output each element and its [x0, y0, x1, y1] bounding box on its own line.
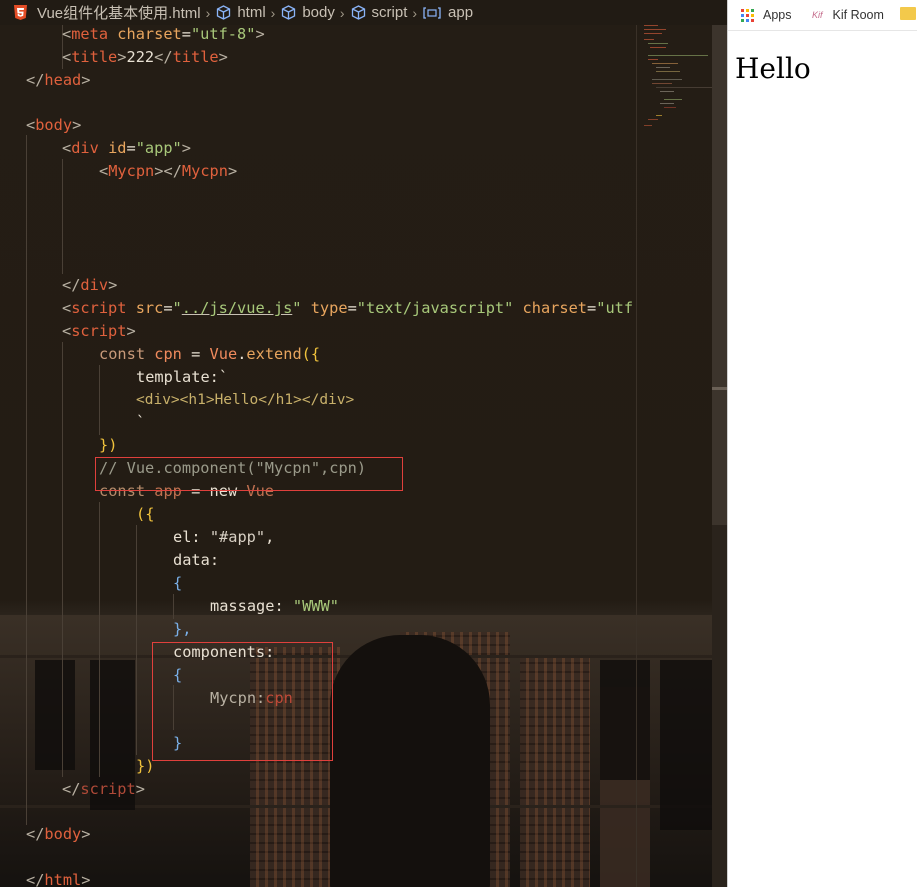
code-line: <title>222</title> [62, 48, 228, 66]
code-line: <script src="../js/vue.js" type="text/ja… [62, 299, 634, 317]
breadcrumb-app-label: app [448, 4, 474, 21]
highlight-box-components [152, 642, 333, 761]
scrollbar-position-marker [712, 387, 727, 390]
bookmarks-bar: Apps Kif Kif Room [728, 0, 917, 31]
editor-ruler [636, 25, 637, 887]
code-line: </head> [26, 71, 91, 89]
code-line: </div> [62, 276, 118, 294]
breadcrumb-file-label: Vue组件化基本使用.html [37, 5, 201, 22]
chevron-right-icon: › [270, 4, 276, 21]
breadcrumb-html[interactable]: html [216, 4, 266, 21]
code-line: }) [99, 436, 118, 454]
code-line: }, [173, 620, 192, 638]
bookmark-kif-room[interactable]: Kif Kif Room [812, 0, 884, 30]
breadcrumb-app[interactable]: app [423, 4, 473, 21]
minimap[interactable] [640, 25, 716, 887]
code-line: ({ [136, 505, 155, 523]
breadcrumb-file[interactable]: Vue组件化基本使用.html [14, 2, 201, 23]
code-line: </script> [62, 780, 145, 798]
code-line: <Mycpn></Mycpn> [99, 162, 238, 180]
code-line: <meta charset="utf-8"> [62, 25, 265, 43]
vertical-scrollbar[interactable] [712, 25, 727, 887]
code-line: data: [173, 551, 220, 569]
bookmark-kif-room-label: Kif Room [832, 8, 884, 22]
code-line: <script> [62, 322, 136, 340]
chevron-right-icon: › [205, 4, 211, 21]
breadcrumb-script-label: script [371, 4, 408, 21]
code-editor[interactable]: Vue组件化基本使用.html › html › body › script ›… [0, 0, 727, 887]
bookmark-folder-icon[interactable] [900, 7, 916, 20]
chevron-right-icon: › [412, 4, 418, 21]
bookmark-apps[interactable]: Apps [741, 0, 792, 30]
browser-preview: Apps Kif Kif Room Hello [727, 0, 917, 887]
breadcrumb-body-label: body [302, 4, 335, 21]
html5-file-icon [14, 5, 27, 20]
breadcrumb-body[interactable]: body [281, 4, 335, 21]
code-line: <div><h1>Hello</h1></div> [136, 392, 355, 408]
code-line: <body> [26, 116, 82, 134]
kif-icon: Kif [812, 10, 823, 20]
code-line: template:` [136, 368, 229, 386]
element-cube-icon [351, 5, 365, 20]
page-heading: Hello [735, 52, 811, 85]
chevron-right-icon: › [339, 4, 345, 21]
code-line: const cpn = Vue.extend({ [99, 345, 321, 363]
breadcrumb-html-label: html [237, 4, 266, 21]
breadcrumb: Vue组件化基本使用.html › html › body › script ›… [0, 0, 727, 25]
bookmark-apps-label: Apps [763, 8, 792, 22]
code-line: <div id="app"> [62, 139, 191, 157]
apps-grid-icon [741, 8, 754, 22]
code-line: ` [136, 413, 146, 431]
breadcrumb-script[interactable]: script [351, 4, 408, 21]
variable-icon [423, 6, 441, 19]
code-line: el: "#app", [173, 528, 275, 546]
element-cube-icon [282, 5, 296, 20]
code-line: { [173, 574, 183, 592]
element-cube-icon [217, 5, 231, 20]
script-src-link[interactable]: ../js/vue.js [182, 299, 293, 317]
code-line: massage: "WWW" [210, 597, 339, 615]
scrollbar-thumb[interactable] [712, 25, 727, 525]
code-line: </body> [26, 825, 91, 843]
code-line: </html> [26, 871, 91, 887]
highlight-box-comment [95, 457, 403, 491]
